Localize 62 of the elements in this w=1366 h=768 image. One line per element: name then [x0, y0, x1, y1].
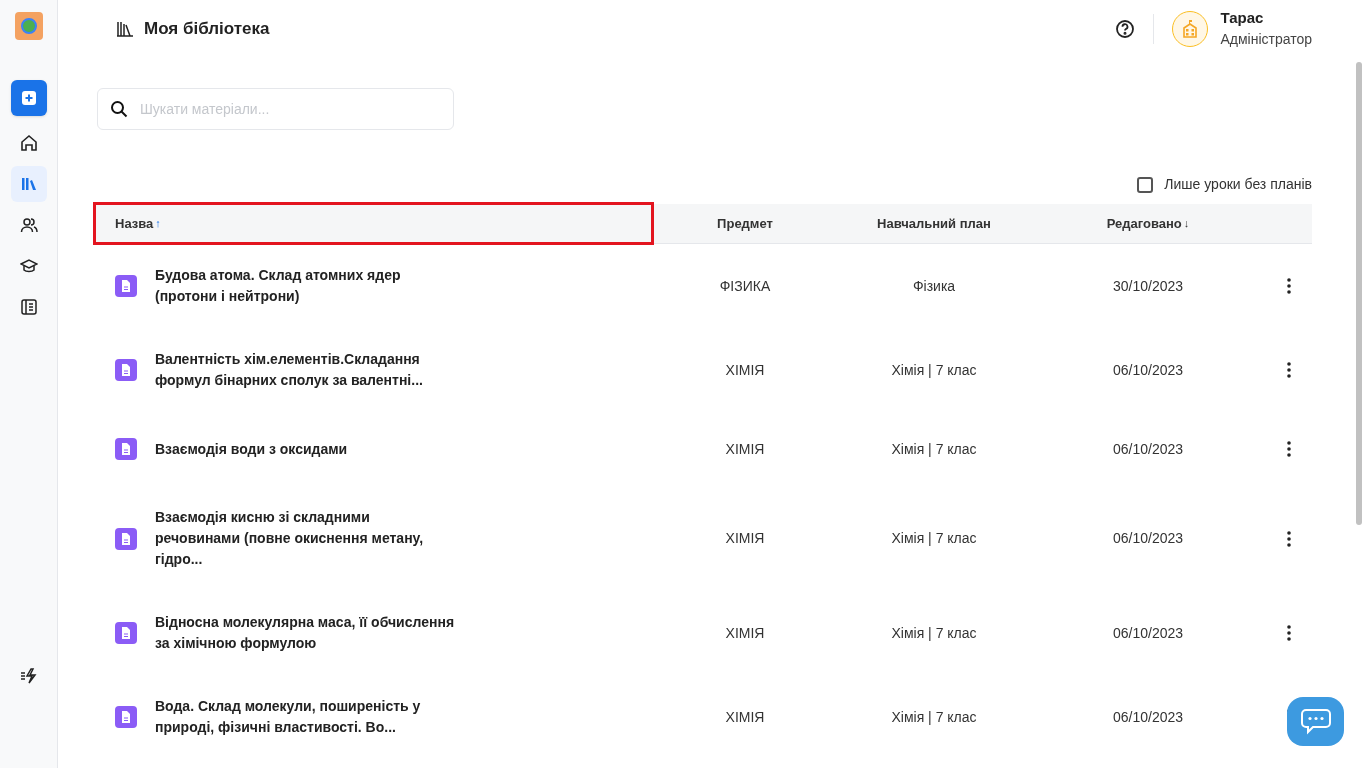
lightning-icon: [19, 667, 38, 685]
document-icon: [115, 706, 137, 728]
date-cell-text: 06/10/2023: [1112, 707, 1184, 727]
library-icon: [116, 20, 134, 38]
subject-cell-text: ХІМІЯ: [725, 707, 765, 727]
column-header[interactable]: Предмет: [717, 213, 773, 234]
user-name: Тарас: [1220, 9, 1265, 29]
sort-arrow[interactable]: ↓: [1183, 215, 1190, 232]
date-cell-text: 06/10/2023: [1112, 360, 1184, 380]
chat-button[interactable]: [1287, 697, 1344, 746]
plan-cell-text: Фізика: [912, 276, 956, 296]
date-cell-text: 06/10/2023: [1112, 623, 1184, 643]
date-cell-text: 30/10/2023: [1112, 276, 1184, 296]
column-header[interactable]: Назва: [115, 213, 154, 234]
lesson-title[interactable]: Відносна молекулярна маса, її обчислення за хімічною формулою: [155, 612, 455, 654]
more-options-icon[interactable]: [1286, 530, 1291, 547]
lesson-title[interactable]: Взаємодія кисню зі складними речовинами (повне окиснення метану, гідро...: [155, 507, 455, 570]
people-icon: [19, 216, 38, 234]
document-icon: [115, 527, 137, 550]
more-options-icon[interactable]: [1286, 278, 1291, 294]
search-field[interactable]: Шукати матеріали...: [97, 88, 454, 130]
subject-cell-text: ХІМІЯ: [725, 360, 765, 380]
page-title: Моя бібліотека: [144, 18, 270, 41]
plus-icon: [21, 91, 36, 105]
column-header[interactable]: Редаговано: [1106, 213, 1182, 234]
column-header[interactable]: Навчальний план: [877, 213, 991, 234]
search-icon: [110, 100, 128, 118]
document-icon: [115, 359, 137, 381]
scrollbar-thumb[interactable]: [1356, 62, 1362, 525]
book-icon: [19, 298, 38, 316]
lesson-title[interactable]: Валентність хім.елементів.Складання формул бінарних сполук за валентні...: [155, 349, 455, 391]
date-cell-text: 06/10/2023: [1112, 439, 1184, 459]
subject-cell-text: ХІМІЯ: [725, 439, 765, 459]
home-icon: [19, 134, 38, 152]
sort-arrow[interactable]: ↑: [155, 215, 161, 232]
plan-cell-text: Хімія | 7 клас: [891, 439, 977, 459]
plan-cell-text: Хімія | 7 клас: [891, 623, 977, 643]
chat-bubble-icon: [1299, 707, 1332, 736]
app-logo[interactable]: [14, 12, 43, 40]
date-cell-text: 06/10/2023: [1112, 529, 1184, 548]
filter-label: Лише уроки без планів: [1164, 175, 1312, 194]
plan-cell-text: Хімія | 7 клас: [891, 360, 977, 380]
document-icon: [115, 438, 137, 460]
lesson-title[interactable]: Будова атома. Склад атомних ядер (протони і нейтрони): [155, 265, 455, 307]
document-icon: [115, 275, 137, 297]
more-options-icon[interactable]: [1286, 441, 1291, 457]
document-icon: [115, 622, 137, 644]
subject-cell-text: ХІМІЯ: [725, 623, 765, 643]
subject-cell-text: ХІМІЯ: [725, 529, 765, 548]
help-icon[interactable]: [1115, 19, 1136, 39]
subject-cell-text: ФІЗИКА: [719, 276, 771, 296]
plan-cell-text: Хімія | 7 клас: [891, 707, 977, 727]
user-role: Адміністратор: [1220, 31, 1312, 49]
more-options-icon[interactable]: [1286, 625, 1291, 641]
add-button[interactable]: [10, 80, 47, 116]
plan-cell-text: Хімія | 7 клас: [891, 529, 977, 548]
lesson-title[interactable]: Вода. Склад молекули, поширеність у природі, фізичні властивості. Во...: [155, 696, 455, 738]
graduation-cap-icon: [19, 257, 38, 275]
library-icon: [19, 175, 38, 193]
filter-checkbox[interactable]: [1137, 176, 1154, 193]
lesson-title[interactable]: Взаємодія води з оксидами: [155, 438, 455, 460]
more-options-icon[interactable]: [1286, 362, 1291, 378]
